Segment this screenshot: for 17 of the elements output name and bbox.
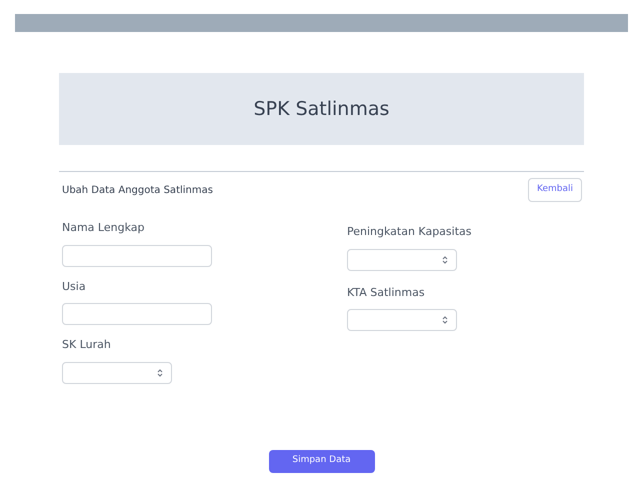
input-field[interactable]: [62, 244, 212, 266]
select-field[interactable]: [347, 309, 457, 331]
app-title: SPK Satlinmas: [254, 96, 390, 122]
field-label: Nama Lengkap: [62, 220, 146, 236]
section-title: Ubah Data Anggota Satlinmas: [61, 184, 213, 198]
field-label: SK Lurah: [62, 337, 112, 353]
field-label: KTA Satlinmas: [347, 284, 426, 300]
dropdown-icon: [157, 368, 163, 376]
select-field[interactable]: [347, 248, 457, 270]
dropdown-icon: [442, 256, 448, 264]
save-button[interactable]: Simpan Data: [268, 450, 374, 472]
dropdown-icon: [442, 316, 448, 324]
input-field[interactable]: [62, 303, 212, 325]
field-label: Peningkatan Kapasitas: [347, 224, 472, 240]
select-field[interactable]: [62, 362, 172, 384]
back-button[interactable]: Kembali: [528, 178, 582, 202]
field-label: Usia: [62, 278, 87, 294]
